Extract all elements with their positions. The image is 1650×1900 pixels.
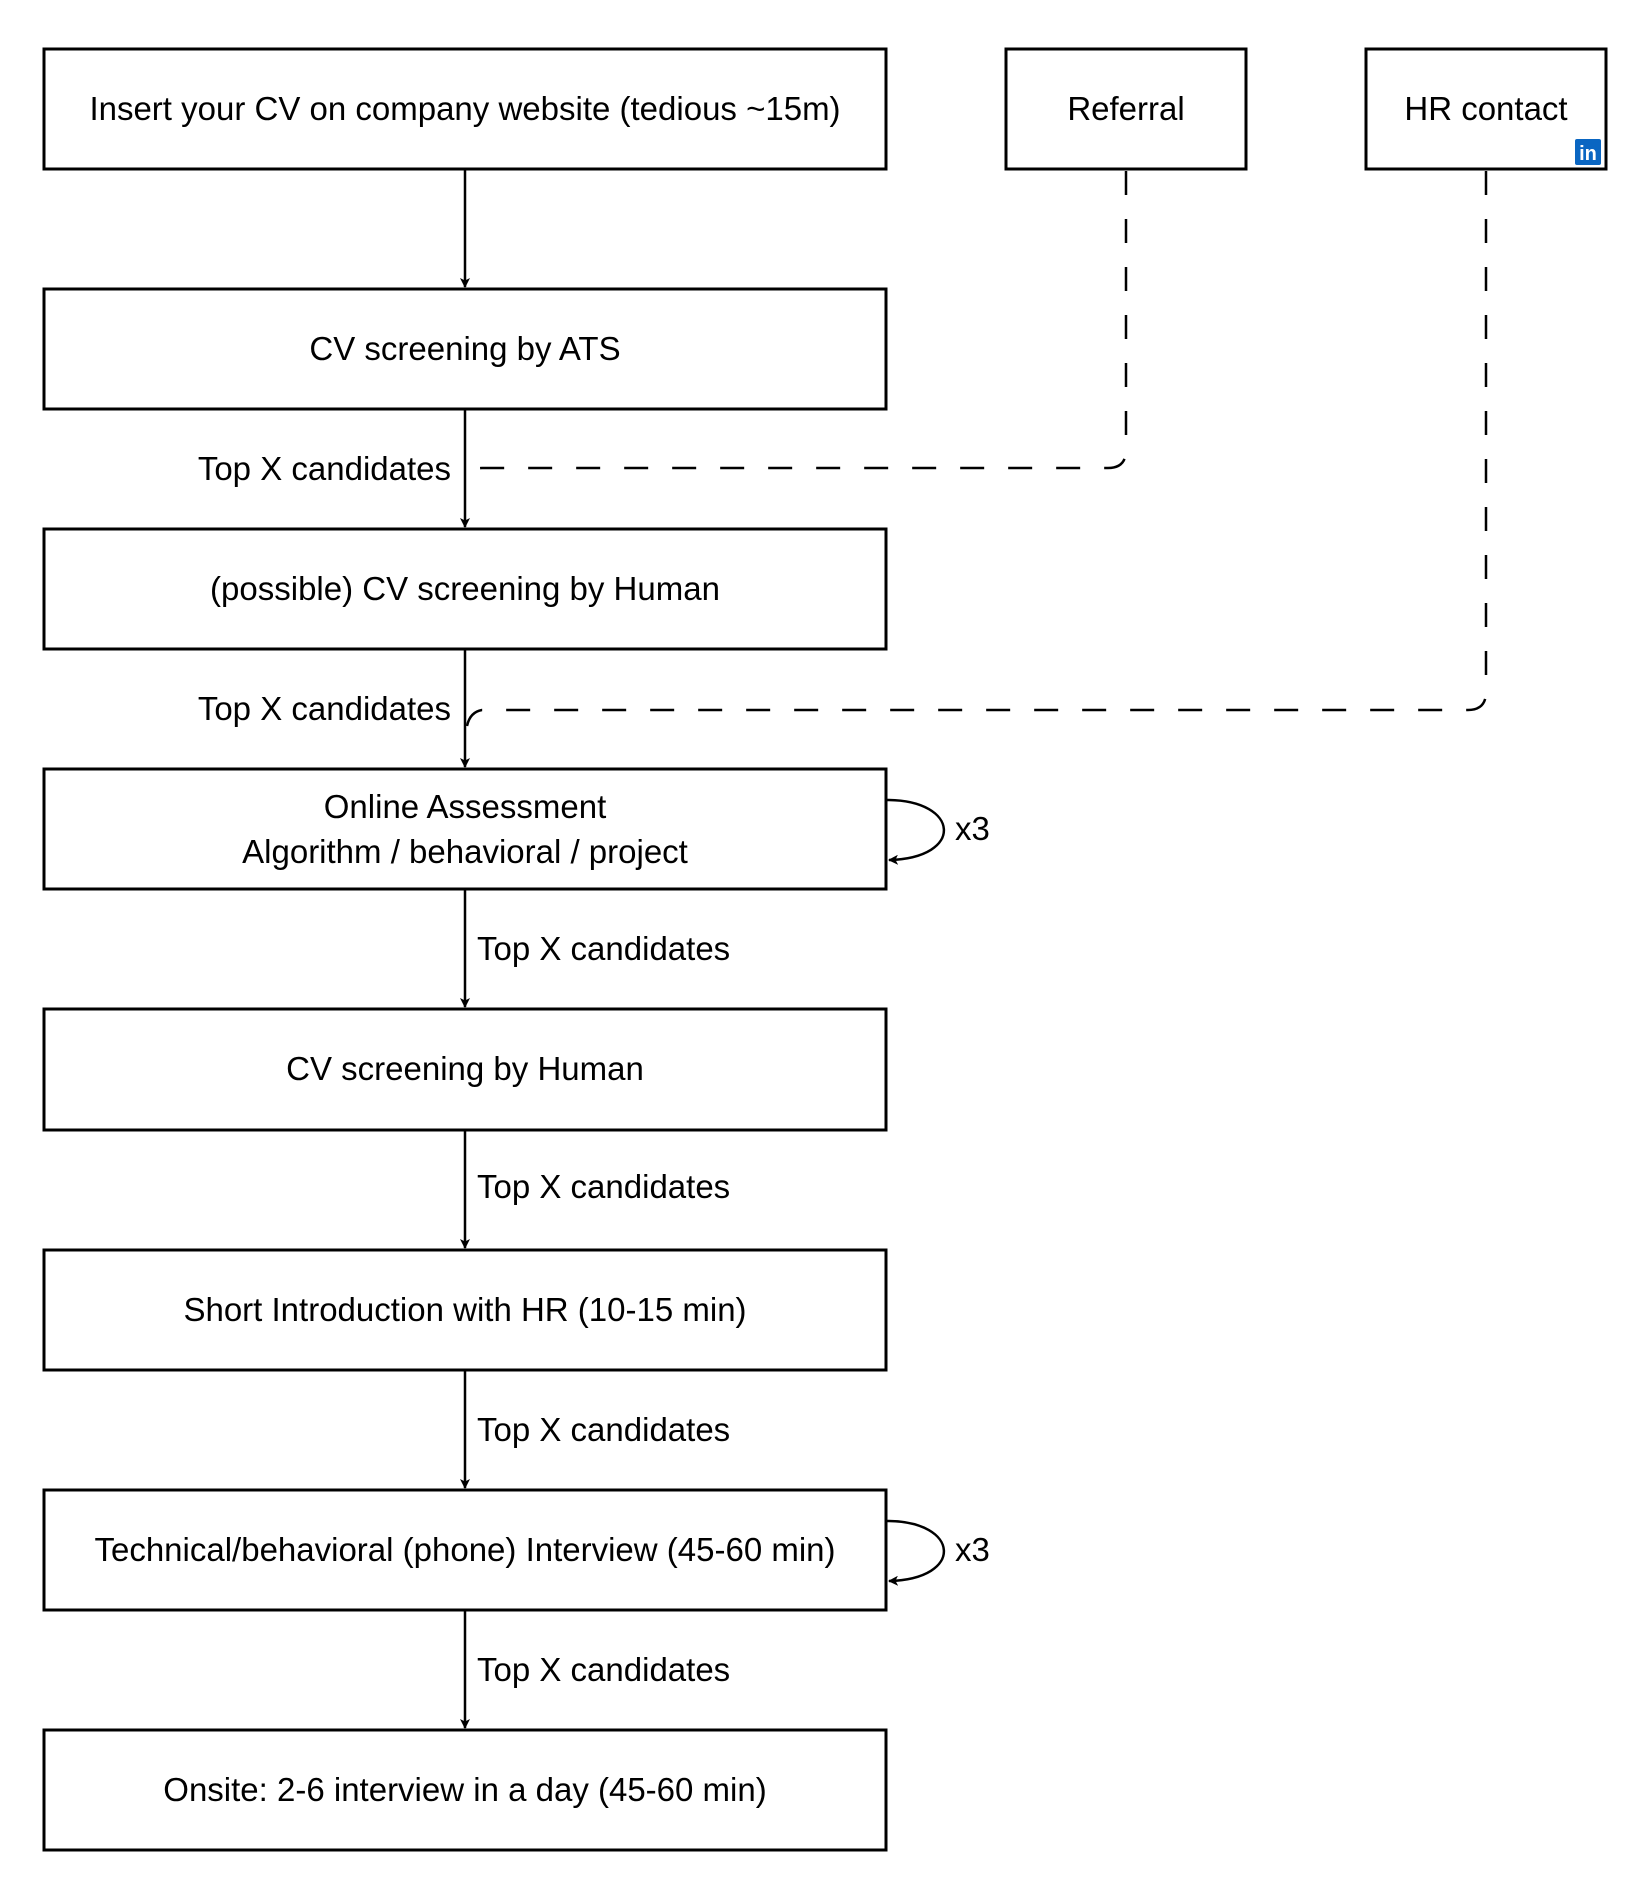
edge-label-intro-to-phone: Top X candidates [477, 1411, 730, 1448]
node-apply: Insert your CV on company website (tedio… [42, 47, 888, 171]
edge-label-phone-to-onsite: Top X candidates [477, 1651, 730, 1688]
loop-label-assessment: x3 [955, 810, 990, 847]
loop-assessment-repeat [886, 798, 946, 865]
node-referral: Referral [1004, 47, 1248, 171]
node-assessment-line1: Online Assessment [324, 788, 606, 825]
node-possible-human-screening: (possible) CV screening by Human [42, 527, 888, 651]
node-possible-human-label: (possible) CV screening by Human [210, 570, 720, 607]
node-hr-contact: HR contact in [1364, 47, 1608, 171]
node-apply-label: Insert your CV on company website (tedio… [89, 90, 840, 127]
node-hr-intro: Short Introduction with HR (10-15 min) [42, 1248, 888, 1372]
loop-label-phone: x3 [955, 1531, 990, 1568]
node-phone-interview: Technical/behavioral (phone) Interview (… [42, 1488, 888, 1612]
node-human-screening: CV screening by Human [42, 1007, 888, 1132]
node-human-label: CV screening by Human [286, 1050, 644, 1087]
node-hr-contact-label: HR contact [1404, 90, 1567, 127]
linkedin-glyph: in [1579, 143, 1597, 165]
loop-phone-repeat [886, 1519, 946, 1586]
edge-label-ats-to-possible: Top X candidates [198, 450, 451, 487]
node-hr-intro-label: Short Introduction with HR (10-15 min) [183, 1291, 746, 1328]
edge-label-human-to-intro: Top X candidates [477, 1168, 730, 1205]
node-phone-label: Technical/behavioral (phone) Interview (… [94, 1531, 835, 1568]
hiring-process-flowchart: Insert your CV on company website (tedio… [42, 47, 1608, 1852]
edge-label-possible-to-assessment: Top X candidates [198, 690, 451, 727]
node-ats: CV screening by ATS [42, 287, 888, 411]
linkedin-icon: in [1575, 139, 1601, 165]
node-online-assessment: Online Assessment Algorithm / behavioral… [42, 767, 888, 891]
node-assessment-line2: Algorithm / behavioral / project [242, 833, 688, 870]
node-onsite: Onsite: 2-6 interview in a day (45-60 mi… [42, 1728, 888, 1852]
node-ats-label: CV screening by ATS [309, 330, 620, 367]
edge-label-assessment-to-human: Top X candidates [477, 930, 730, 967]
node-referral-label: Referral [1067, 90, 1184, 127]
node-onsite-label: Onsite: 2-6 interview in a day (45-60 mi… [163, 1771, 766, 1808]
